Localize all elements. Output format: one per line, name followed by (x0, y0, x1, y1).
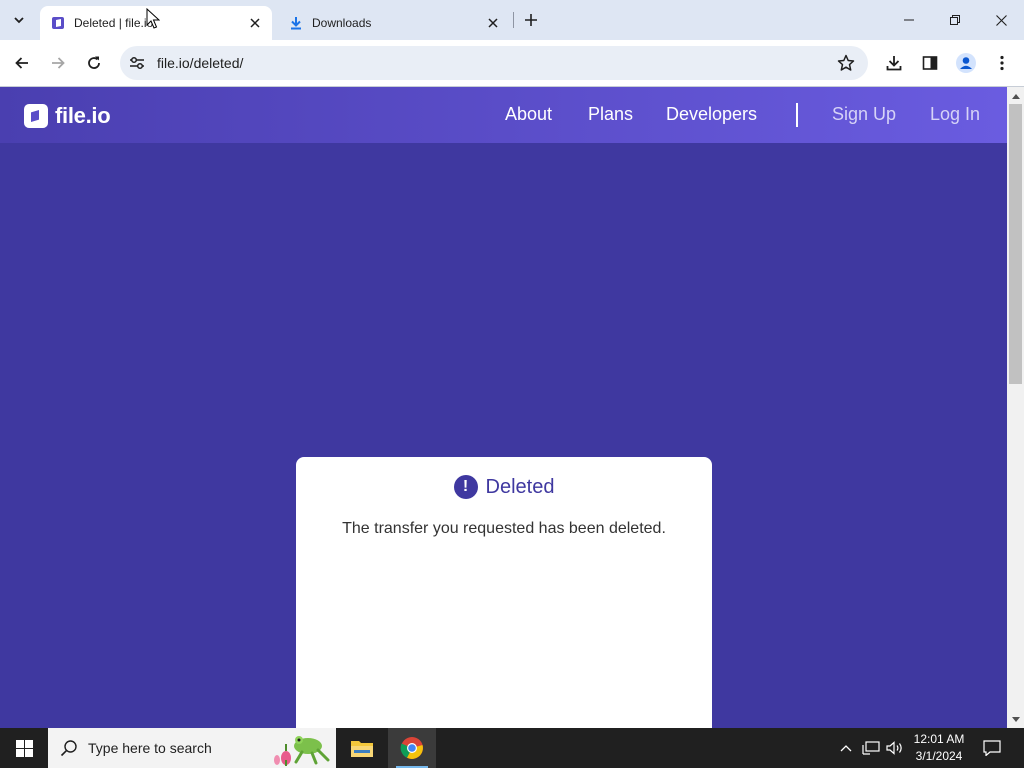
close-window-button[interactable] (978, 0, 1024, 40)
scroll-down-arrow-icon[interactable] (1007, 711, 1024, 728)
plus-icon (525, 14, 537, 26)
taskbar-file-explorer[interactable] (338, 728, 386, 768)
avatar-icon (956, 53, 976, 73)
speaker-icon (886, 741, 902, 755)
chevron-down-icon (14, 17, 24, 24)
search-placeholder: Type here to search (88, 740, 212, 756)
alert-icon: ! (453, 475, 478, 499)
volume-tray-button[interactable] (884, 728, 906, 768)
bookmark-star-icon[interactable] (836, 53, 856, 73)
tab-title: Deleted | file.io (74, 16, 154, 30)
forward-button[interactable] (44, 49, 72, 77)
clock-date: 3/1/2024 (915, 749, 963, 763)
tab-search-dropdown[interactable] (6, 8, 32, 32)
close-icon (995, 14, 1007, 26)
address-bar[interactable]: file.io/deleted/ (120, 46, 868, 80)
nav-about[interactable]: About (505, 104, 552, 125)
taskbar-clock[interactable]: 12:01 AM 3/1/2024 (906, 731, 972, 765)
new-tab-button[interactable] (519, 8, 543, 32)
frog-illustration-icon (274, 736, 330, 766)
reload-button[interactable] (80, 49, 108, 77)
back-arrow-icon (15, 57, 28, 69)
tab-title: Downloads (312, 16, 372, 30)
side-panel-icon (922, 56, 938, 70)
download-icon (288, 15, 304, 31)
download-icon (886, 56, 902, 71)
card-title: Deleted (485, 475, 555, 498)
back-button[interactable] (8, 49, 36, 77)
clock-time: 12:01 AM (913, 732, 965, 746)
nav-log-in[interactable]: Log In (930, 104, 980, 125)
restore-button[interactable] (932, 0, 978, 40)
fileio-favicon (50, 15, 66, 31)
side-panel-button[interactable] (916, 49, 944, 77)
minimize-icon (904, 19, 914, 21)
url-text[interactable]: file.io/deleted/ (157, 55, 243, 71)
profile-button[interactable] (952, 49, 980, 77)
close-tab-icon[interactable] (246, 14, 264, 32)
reload-icon (88, 56, 100, 69)
chevron-up-icon (840, 745, 852, 752)
scrollbar-thumb[interactable] (1009, 104, 1022, 384)
site-logo[interactable]: file.io (24, 103, 111, 129)
tab-separator (513, 12, 514, 28)
notification-icon (983, 740, 1001, 756)
close-tab-icon[interactable] (484, 14, 502, 32)
forward-arrow-icon (52, 57, 65, 69)
nav-sign-up[interactable]: Sign Up (832, 104, 896, 125)
site-header: file.io About Plans Developers Sign Up L… (0, 87, 1007, 143)
windows-taskbar: Type here to search 12:01 AM 3/1/2024 (0, 728, 1024, 768)
logo-icon (24, 104, 48, 128)
start-button[interactable] (0, 728, 48, 768)
windows-logo-icon (15, 739, 33, 757)
nav-developers[interactable]: Developers (666, 104, 757, 125)
site-settings-icon[interactable] (128, 54, 146, 72)
show-hidden-icons-button[interactable] (836, 728, 856, 768)
card-header: ! Deleted (296, 475, 712, 499)
nav-plans[interactable]: Plans (588, 104, 633, 125)
page-scrollbar[interactable] (1007, 87, 1024, 728)
chrome-icon (400, 737, 423, 759)
card-message: The transfer you requested has been dele… (342, 520, 666, 537)
logo-text: file.io (55, 103, 111, 128)
scroll-up-arrow-icon[interactable] (1007, 87, 1024, 104)
restore-icon (950, 15, 960, 25)
tab-downloads[interactable]: Downloads (278, 6, 510, 40)
action-center-button[interactable] (978, 728, 1006, 768)
deleted-card: ! Deleted The transfer you requested has… (296, 457, 712, 728)
taskbar-search-box[interactable]: Type here to search (48, 728, 336, 768)
folder-icon (351, 741, 373, 757)
browser-menu-button[interactable] (988, 49, 1016, 77)
browser-toolbar: file.io/deleted/ (0, 40, 1024, 86)
taskbar-chrome[interactable] (388, 728, 436, 768)
more-vert-icon (1000, 55, 1004, 71)
nav-divider (796, 103, 798, 127)
search-icon (60, 740, 77, 757)
page-content: file.io About Plans Developers Sign Up L… (0, 87, 1007, 728)
minimize-button[interactable] (886, 0, 932, 40)
network-tray-button[interactable] (860, 728, 882, 768)
mouse-cursor-icon (146, 8, 160, 29)
downloads-button[interactable] (880, 49, 908, 77)
network-icon (862, 741, 880, 755)
